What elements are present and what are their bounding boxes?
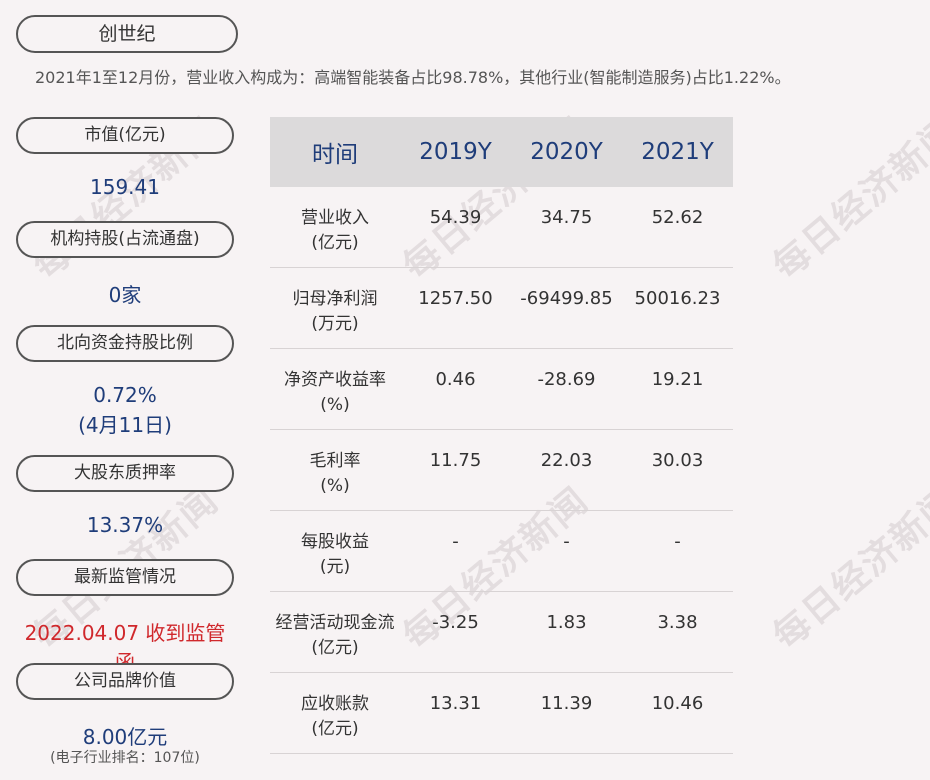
- value-cell: -3.25: [432, 612, 479, 633]
- metric-cell: 营业收入 (亿元): [270, 187, 400, 267]
- metric-name: 归母净利润: [292, 289, 378, 309]
- metric-unit: (亿元): [311, 719, 359, 739]
- value-cell: -69499.85: [520, 288, 613, 309]
- metric-name: 经营活动现金流: [275, 613, 395, 633]
- value-cell: 0.46: [435, 369, 476, 390]
- metric-name: 营业收入: [301, 208, 369, 228]
- value-cell: 34.75: [540, 207, 593, 228]
- watermark: 每日经济新闻: [765, 479, 930, 658]
- header-2020: 2020Y: [530, 139, 603, 165]
- northbound-ratio-date: (4月11日): [78, 413, 172, 437]
- metric-name: 净资产收益率: [284, 370, 386, 390]
- metric-unit: (%): [320, 395, 350, 415]
- metric-unit: (%): [320, 476, 350, 496]
- header-2019: 2019Y: [419, 139, 492, 165]
- value-cell: 22.03: [540, 450, 593, 471]
- metric-cell: 归母净利润 (万元): [270, 268, 400, 348]
- value-cell: 11.39: [540, 693, 593, 714]
- institutional-holdings-value: 0家: [108, 283, 142, 307]
- value-cell: 19.21: [651, 369, 704, 390]
- regulatory-status-label: 最新监管情况: [16, 559, 234, 596]
- metric-unit: (元): [319, 557, 351, 577]
- value-cell: -28.69: [537, 369, 596, 390]
- metric-name: 应收账款: [301, 694, 369, 714]
- value-cell: 10.46: [651, 693, 704, 714]
- value-cell: -: [563, 531, 570, 552]
- pledge-ratio-label: 大股东质押率: [16, 455, 234, 492]
- value-cell: 11.75: [429, 450, 482, 471]
- value-cell: 3.38: [657, 612, 698, 633]
- table-row: 应收账款 (亿元) 13.31 11.39 10.46: [270, 673, 733, 754]
- value-cell: 52.62: [651, 207, 704, 228]
- value-cell: -: [674, 531, 681, 552]
- table-row: 每股收益 (元) - - -: [270, 511, 733, 592]
- brand-value-label: 公司品牌价值: [16, 663, 234, 700]
- revenue-summary: 2021年1至12月份，营业收入构成为：高端智能装备占比98.78%，其他行业(…: [35, 68, 791, 87]
- header-2021: 2021Y: [641, 139, 714, 165]
- value-cell: 30.03: [651, 450, 704, 471]
- header-time: 时间: [312, 142, 358, 168]
- table-row: 净资产收益率 (%) 0.46 -28.69 19.21: [270, 349, 733, 430]
- pledge-ratio-value: 13.37%: [86, 513, 164, 537]
- brand-value-value: 8.00亿元: [82, 725, 168, 749]
- northbound-ratio-label: 北向资金持股比例: [16, 325, 234, 362]
- value-cell: 1257.50: [418, 288, 493, 309]
- metric-unit: (万元): [311, 314, 359, 334]
- metric-cell: 净资产收益率 (%): [270, 349, 400, 429]
- table-row: 归母净利润 (万元) 1257.50 -69499.85 50016.23: [270, 268, 733, 349]
- table-header: 时间 2019Y 2020Y 2021Y: [270, 117, 733, 187]
- metric-cell: 每股收益 (元): [270, 511, 400, 591]
- metric-cell: 经营活动现金流 (亿元): [270, 592, 400, 672]
- metric-unit: (亿元): [311, 638, 359, 658]
- table-row: 经营活动现金流 (亿元) -3.25 1.83 3.38: [270, 592, 733, 673]
- financial-table: 时间 2019Y 2020Y 2021Y 营业收入 (亿元) 54.39 34.7…: [270, 117, 733, 754]
- metric-name: 每股收益: [301, 532, 369, 552]
- metric-name: 毛利率: [309, 451, 361, 471]
- market-cap-value: 159.41: [90, 175, 160, 199]
- value-cell: 50016.23: [634, 288, 721, 309]
- value-cell: 1.83: [546, 612, 587, 633]
- table-row: 毛利率 (%) 11.75 22.03 30.03: [270, 430, 733, 511]
- metric-cell: 应收账款 (亿元): [270, 673, 400, 753]
- watermark: 每日经济新闻: [765, 109, 930, 288]
- value-cell: 13.31: [429, 693, 482, 714]
- table-row: 营业收入 (亿元) 54.39 34.75 52.62: [270, 187, 733, 268]
- brand-value-rank: (电子行业排名：107位): [50, 750, 200, 766]
- institutional-holdings-label: 机构持股(占流通盘): [16, 221, 234, 258]
- value-cell: 54.39: [429, 207, 482, 228]
- value-cell: -: [452, 531, 459, 552]
- market-cap-label: 市值(亿元): [16, 117, 234, 154]
- company-name: 创世纪: [16, 15, 238, 53]
- metric-cell: 毛利率 (%): [270, 430, 400, 510]
- metric-unit: (亿元): [311, 233, 359, 253]
- northbound-ratio-value: 0.72%: [93, 383, 157, 407]
